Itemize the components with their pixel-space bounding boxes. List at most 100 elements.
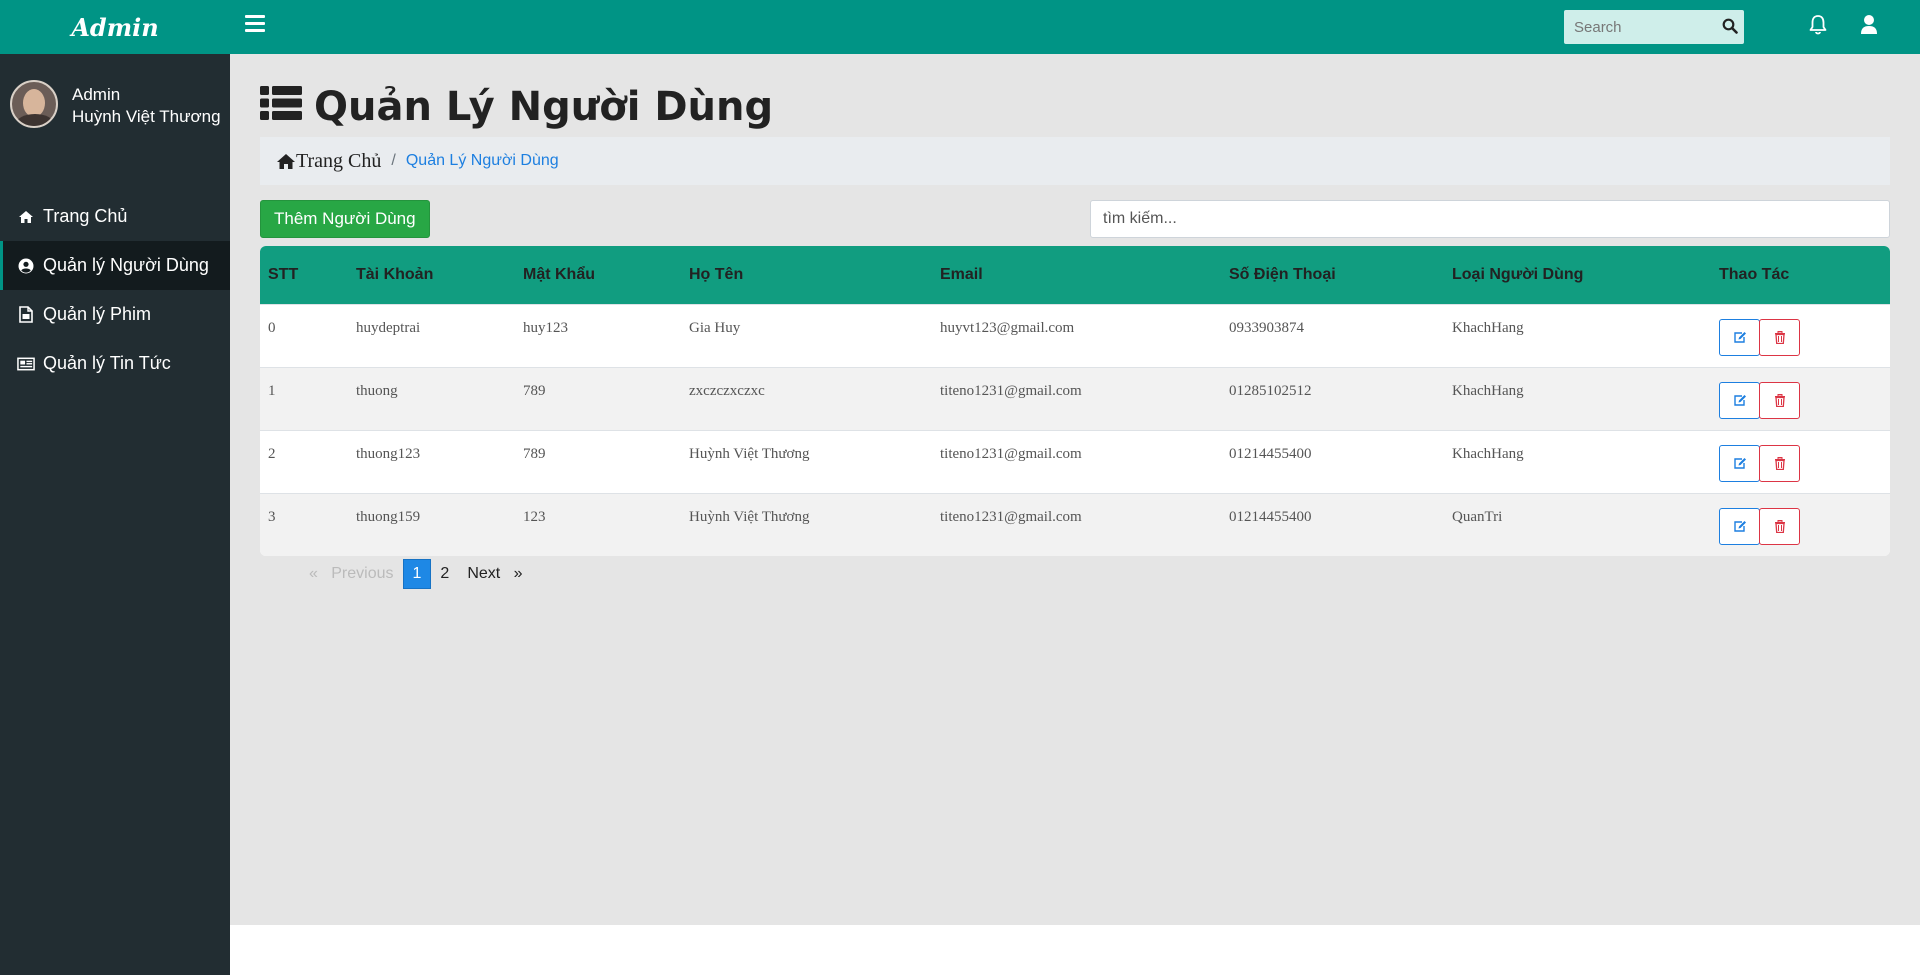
sidebar-item-trang-chu[interactable]: Trang Chủ: [0, 192, 230, 241]
cell-actions: [1711, 430, 1890, 493]
delete-button[interactable]: [1759, 507, 1800, 545]
home-icon: [277, 153, 295, 169]
user-info: Admin Huỳnh Việt Thương: [72, 84, 221, 128]
page-title: Quản Lý Người Dùng: [260, 84, 773, 130]
cell-full-name: Gia Huy: [689, 319, 741, 336]
column-header: STT: [268, 265, 299, 283]
newspaper-icon: [17, 355, 35, 373]
table-body: 0 huydeptrai huy123 Gia Huy huyvt123@gmail.c…: [260, 304, 1890, 556]
edit-button[interactable]: [1719, 381, 1760, 419]
trash-icon: [1774, 456, 1785, 470]
user-role: Admin: [72, 85, 121, 104]
edit-icon: [1733, 520, 1746, 532]
edit-button[interactable]: [1719, 318, 1760, 356]
breadcrumb-home-label: Trang Chủ: [296, 149, 382, 172]
table-header-row: STT Tài Khoản Mật Khẩu Họ Tên Email Số Đ…: [260, 246, 1890, 304]
breadcrumb-home[interactable]: Trang Chủ: [276, 150, 381, 173]
column-header: Mật Khẩu: [523, 265, 595, 283]
trash-icon: [1774, 330, 1785, 344]
pagination-next[interactable]: Next »: [458, 559, 531, 589]
page-title-text: Quản Lý Người Dùng: [314, 84, 774, 130]
cell-stt: 2: [268, 445, 276, 462]
cell-stt: 3: [268, 508, 276, 525]
cell-user-type: KhachHang: [1452, 445, 1524, 462]
cell-phone: 01214455400: [1229, 445, 1312, 462]
breadcrumb-separator: /: [391, 152, 396, 169]
cell-password: 789: [523, 445, 546, 462]
cell-stt: 0: [268, 319, 276, 336]
cell-actions: [1711, 304, 1890, 367]
sidebar-nav: Trang Chủ Quản lý Người Dùng Quản lý Phi…: [0, 192, 230, 388]
column-header: Email: [940, 265, 983, 283]
cell-user-type: KhachHang: [1452, 382, 1524, 399]
cell-full-name: Huỳnh Việt Thương: [689, 508, 810, 525]
menu-toggle-icon[interactable]: [245, 15, 265, 33]
cell-user-type: QuanTri: [1452, 508, 1503, 525]
cell-email: titeno1231@gmail.com: [940, 445, 1082, 462]
cell-password: 789: [523, 382, 546, 399]
sidebar: Admin Admin Huỳnh Việt Thương Trang Chủ …: [0, 0, 230, 975]
user-search-input[interactable]: [1090, 200, 1890, 238]
edit-icon: [1733, 331, 1746, 343]
trash-icon: [1774, 519, 1785, 533]
column-header: Họ Tên: [689, 265, 744, 283]
cell-phone: 0933903874: [1229, 319, 1304, 336]
cell-email: huyvt123@gmail.com: [940, 319, 1075, 336]
sidebar-item-label: Quản lý Phim: [43, 304, 152, 324]
topbar: [230, 0, 1920, 54]
column-header: Tài Khoản: [356, 265, 434, 283]
user-panel: Admin Huỳnh Việt Thương: [0, 54, 230, 192]
cell-stt: 1: [268, 382, 276, 399]
edit-button[interactable]: [1719, 507, 1760, 545]
column-header: Số Điện Thoại: [1229, 265, 1336, 283]
cell-account: thuong: [356, 382, 398, 399]
cell-email: titeno1231@gmail.com: [940, 382, 1082, 399]
sidebar-item-label: Trang Chủ: [43, 206, 128, 226]
edit-button[interactable]: [1719, 444, 1760, 482]
delete-button[interactable]: [1759, 444, 1800, 482]
cell-actions: [1711, 367, 1890, 430]
column-header: Loại Người Dùng: [1452, 265, 1584, 283]
delete-button[interactable]: [1759, 381, 1800, 419]
user-name: Huỳnh Việt Thương: [72, 107, 221, 126]
users-table: STT Tài Khoản Mật Khẩu Họ Tên Email Số Đ…: [260, 246, 1890, 556]
breadcrumb: Trang Chủ / Quản Lý Người Dùng: [260, 137, 1890, 185]
cell-actions: [1711, 493, 1890, 556]
pagination-previous[interactable]: « Previous: [300, 559, 403, 589]
edit-icon: [1733, 394, 1746, 406]
sidebar-item-users[interactable]: Quản lý Người Dùng: [0, 241, 230, 290]
sidebar-item-label: Quản lý Tin Tức: [43, 353, 171, 373]
page-2-button[interactable]: 2: [431, 559, 458, 589]
user-icon[interactable]: [1860, 14, 1878, 41]
avatar: [10, 80, 58, 128]
add-user-button[interactable]: Thêm Người Dùng: [260, 200, 430, 238]
bell-icon[interactable]: [1808, 14, 1828, 41]
cell-phone: 01214455400: [1229, 508, 1312, 525]
sidebar-item-phim[interactable]: Quản lý Phim: [0, 290, 230, 339]
cell-user-type: KhachHang: [1452, 319, 1524, 336]
list-icon: [260, 84, 302, 130]
main-content: Quản Lý Người Dùng Trang Chủ / Quản Lý N…: [230, 54, 1920, 925]
trash-icon: [1774, 393, 1785, 407]
next-arrow: »: [513, 565, 523, 582]
file-image-icon: [17, 306, 35, 324]
table-row: 0 huydeptrai huy123 Gia Huy huyvt123@gmail.c…: [260, 304, 1890, 367]
sidebar-item-tin-tuc[interactable]: Quản lý Tin Tức: [0, 339, 230, 388]
cell-account: thuong159: [356, 508, 421, 525]
delete-button[interactable]: [1759, 318, 1800, 356]
top-search-input[interactable]: [1564, 18, 1714, 36]
home-icon: [17, 208, 35, 226]
page-1-button[interactable]: 1: [402, 559, 432, 589]
user-circle-icon: [17, 257, 35, 275]
brand-logo[interactable]: Admin: [0, 0, 230, 54]
edit-icon: [1733, 457, 1746, 469]
sidebar-item-label: Quản lý Người Dùng: [43, 255, 209, 275]
table-row: 2 thuong123 789 Huỳnh Việt Thương titeno1231…: [260, 430, 1890, 493]
breadcrumb-current[interactable]: Quản Lý Người Dùng: [406, 152, 559, 170]
search-icon[interactable]: [1722, 18, 1738, 39]
cell-account: thuong123: [356, 445, 421, 462]
table-row: 1 thuong 789 zxczczxczxc titeno1231@gmail.co…: [260, 367, 1890, 430]
cell-full-name: zxczczxczxc: [689, 382, 765, 399]
cell-phone: 01285102512: [1229, 382, 1312, 399]
next-label: Next: [467, 565, 501, 582]
